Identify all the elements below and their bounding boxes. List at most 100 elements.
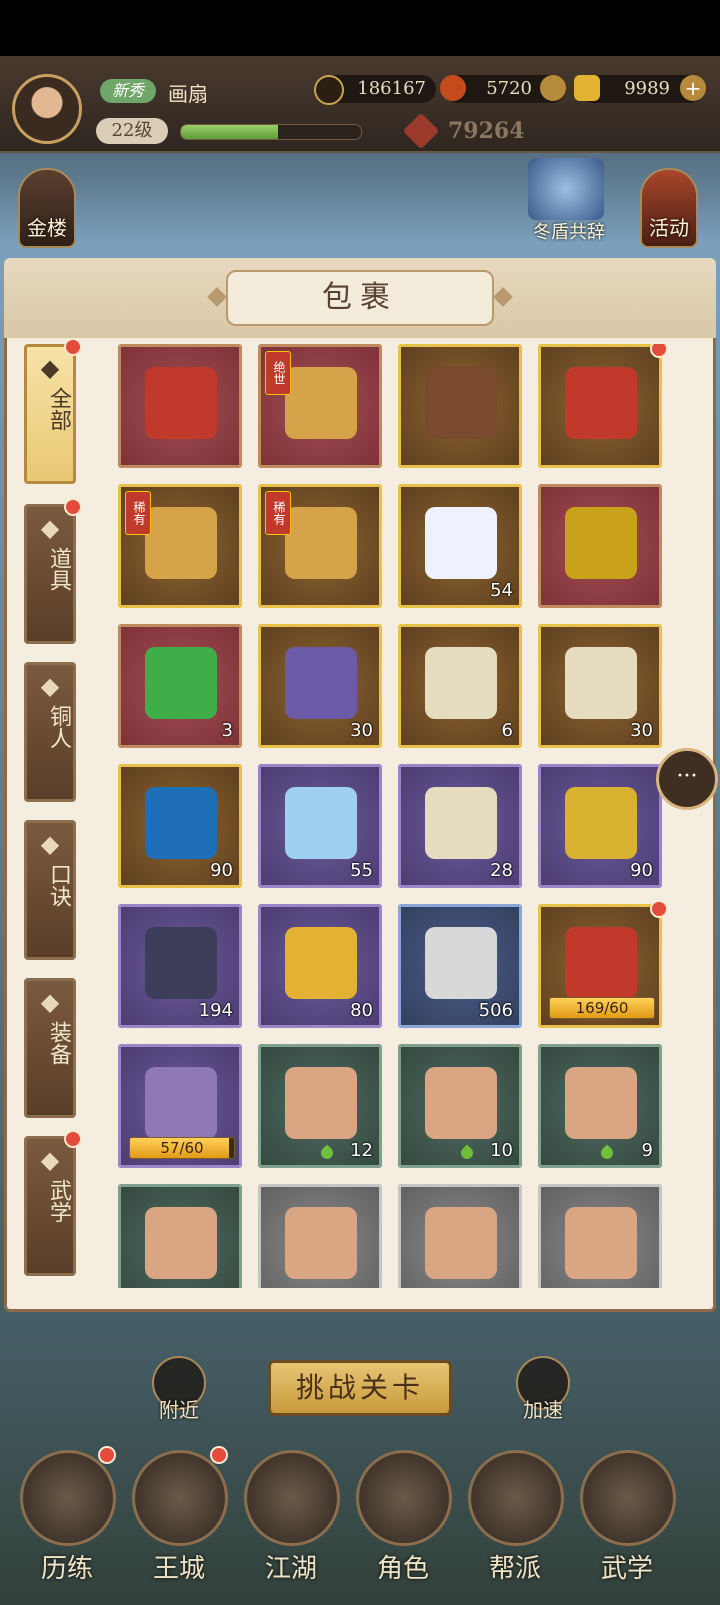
item-count: 54	[490, 580, 513, 601]
nav-button[interactable]	[468, 1450, 564, 1546]
nav-button[interactable]	[20, 1450, 116, 1546]
category-label: 全部	[46, 387, 71, 431]
nav-label: 历练	[40, 1554, 93, 1584]
item-progress-bar: 57/60	[129, 1137, 235, 1159]
inventory-item[interactable]: 30	[258, 624, 382, 748]
exp-bar	[180, 124, 362, 140]
item-count: 12	[350, 1140, 373, 1161]
inventory-item[interactable]: 80	[258, 904, 382, 1028]
nav-label: 武学	[600, 1554, 653, 1584]
inventory-item[interactable]: 10	[398, 1044, 522, 1168]
level-pill: 22级	[96, 118, 168, 144]
event-label: 冬盾共辞	[533, 222, 605, 243]
item-count: 9	[641, 1140, 653, 1161]
item-icon	[145, 367, 217, 439]
chat-bubble-icon: ···	[676, 764, 698, 789]
armor-icon: ◆	[40, 988, 60, 1016]
chat-button[interactable]: ···	[656, 748, 718, 810]
category-label: 口诀	[46, 863, 71, 907]
nav-button[interactable]	[580, 1450, 676, 1546]
book-icon: ◆	[40, 1146, 60, 1174]
inventory-item[interactable]: 55	[258, 764, 382, 888]
inventory-item[interactable]: 绝世	[258, 344, 382, 468]
inventory-item[interactable]: 稀有	[258, 484, 382, 608]
item-icon	[145, 507, 217, 579]
inventory-item[interactable]: 169/60	[538, 904, 662, 1028]
inventory-item[interactable]: 6	[398, 624, 522, 748]
inventory-item[interactable]: 稀有	[118, 484, 242, 608]
speedup-label: 加速	[523, 1398, 563, 1422]
inventory-item[interactable]	[398, 344, 522, 468]
inventory-item[interactable]	[258, 1184, 382, 1288]
category-tab[interactable]: ◆ 道具	[24, 504, 76, 644]
inventory-item[interactable]: 90	[538, 764, 662, 888]
nav-label: 江湖	[264, 1554, 317, 1584]
inventory-item[interactable]: 12	[258, 1044, 382, 1168]
item-progress-bar: 169/60	[549, 997, 655, 1019]
category-tab[interactable]: ◆ 武学	[24, 1136, 76, 1276]
inventory-item[interactable]: 9	[538, 1044, 662, 1168]
notification-dot	[650, 344, 668, 358]
item-count: 506	[478, 1000, 513, 1021]
item-count: 30	[350, 720, 373, 741]
item-icon	[565, 787, 637, 859]
inventory-item[interactable]	[118, 1184, 242, 1288]
scroll-icon: ◆	[40, 830, 60, 858]
panel-title: 包裹	[226, 270, 494, 326]
item-icon	[425, 1067, 497, 1139]
inventory-item[interactable]: 57/60	[118, 1044, 242, 1168]
inventory-item[interactable]	[538, 484, 662, 608]
fan-icon: ◆	[40, 354, 60, 382]
nav-button[interactable]	[244, 1450, 340, 1546]
category-tab[interactable]: ◆ 装备	[24, 978, 76, 1118]
inventory-item[interactable]: 506	[398, 904, 522, 1028]
inventory-item[interactable]	[398, 1184, 522, 1288]
ingot-icon	[574, 75, 600, 101]
item-icon	[285, 1067, 357, 1139]
add-ingot-icon[interactable]: +	[680, 75, 706, 101]
item-icon	[425, 507, 497, 579]
inventory-item[interactable]	[538, 344, 662, 468]
leaf-icon	[458, 1144, 476, 1162]
item-icon	[565, 927, 637, 999]
inventory-item[interactable]	[118, 344, 242, 468]
avatar[interactable]	[12, 74, 82, 144]
item-grid[interactable]: 绝世 稀有 稀有 54 3 30 6 30 90 55 28 90 194 80 506 169/60 57/6…	[118, 344, 678, 1288]
notification-dot	[98, 1446, 116, 1464]
item-icon	[145, 927, 217, 999]
item-count: 55	[350, 860, 373, 881]
exp-fill	[181, 125, 279, 139]
rarity-tag: 稀有	[265, 491, 291, 535]
player-name: 画扇	[168, 82, 208, 106]
item-icon	[425, 1207, 497, 1279]
energy-value: 5720	[486, 78, 532, 99]
coin-icon	[314, 75, 344, 105]
nav-button[interactable]	[356, 1450, 452, 1546]
item-count: 30	[630, 720, 653, 741]
category-label: 铜人	[46, 705, 71, 749]
category-tab[interactable]: ◆ 口诀	[24, 820, 76, 960]
inventory-item[interactable]: 194	[118, 904, 242, 1028]
item-count: 6	[501, 720, 513, 741]
item-icon	[285, 927, 357, 999]
inventory-item[interactable]: 3	[118, 624, 242, 748]
figure-icon: ◆	[40, 672, 60, 700]
inventory-item[interactable]	[538, 1184, 662, 1288]
event-banner-icon[interactable]	[528, 158, 604, 220]
category-tab[interactable]: ◆ 全部	[24, 344, 76, 484]
pouch-icon: ◆	[40, 514, 60, 542]
inventory-item[interactable]: 30	[538, 624, 662, 748]
nearby-label: 附近	[159, 1398, 199, 1422]
inventory-item[interactable]: 54	[398, 484, 522, 608]
nav-button[interactable]	[132, 1450, 228, 1546]
item-count: 10	[490, 1140, 513, 1161]
flame-icon	[440, 75, 466, 101]
item-count: 90	[210, 860, 233, 881]
category-tab[interactable]: ◆ 铜人	[24, 662, 76, 802]
energy-add-icon[interactable]	[540, 75, 566, 101]
inventory-item[interactable]: 28	[398, 764, 522, 888]
challenge-stage-button[interactable]: 挑战关卡	[268, 1360, 452, 1416]
inventory-item[interactable]: 90	[118, 764, 242, 888]
rarity-tag: 绝世	[265, 351, 291, 395]
coin-value: 186167	[357, 78, 426, 99]
